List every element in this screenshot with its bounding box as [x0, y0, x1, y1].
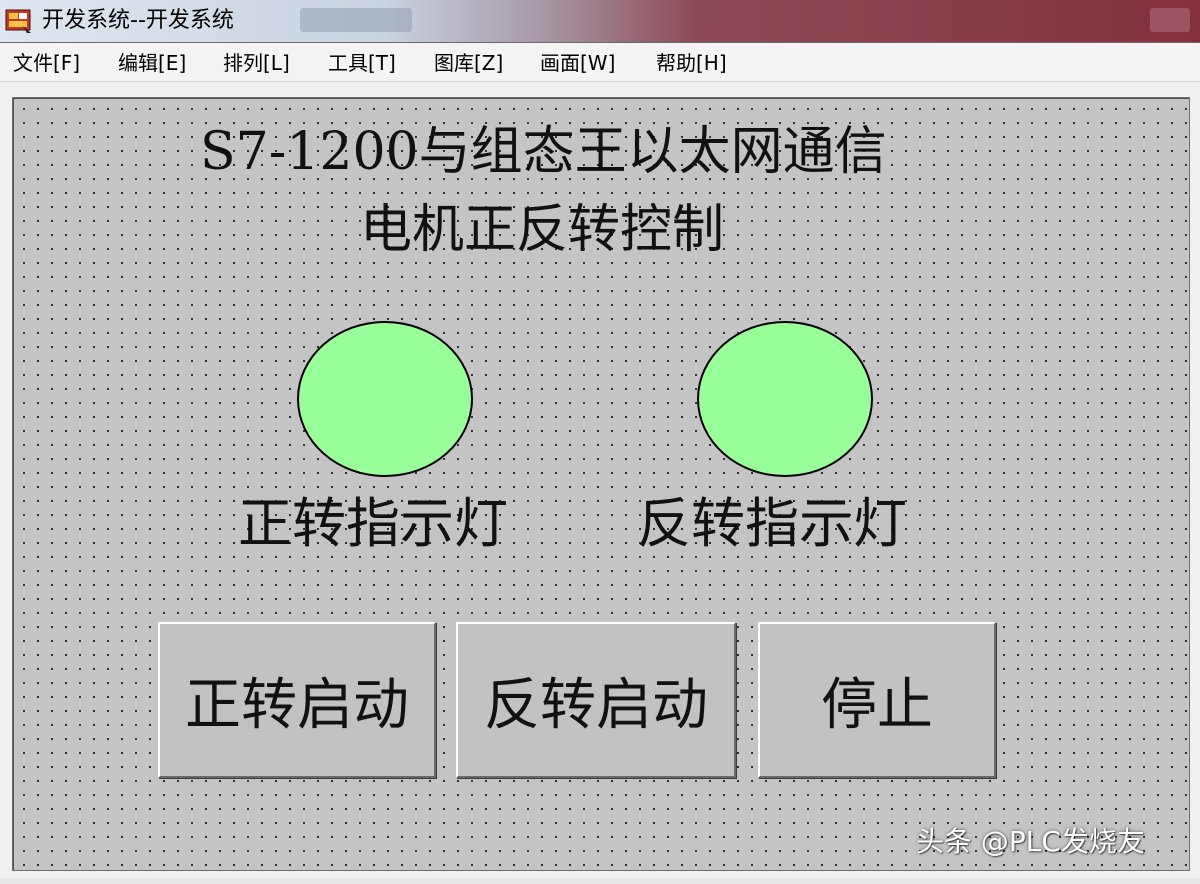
background-window-tab [300, 8, 412, 32]
window-bottom-border [0, 878, 1200, 884]
menu-file[interactable]: 文件[F] [13, 51, 80, 75]
menu-tools[interactable]: 工具[T] [328, 51, 396, 75]
forward-indicator-lamp [297, 321, 473, 477]
reverse-indicator-label: 反转指示灯 [637, 492, 907, 555]
window-controls[interactable] [1150, 8, 1190, 32]
reverse-indicator-lamp [697, 321, 873, 477]
menu-edit[interactable]: 编辑[E] [118, 51, 186, 75]
reverse-start-button[interactable]: 反转启动 [456, 622, 736, 778]
app-logo-icon[interactable] [5, 8, 33, 34]
menu-bar: 文件[F] 编辑[E] 排列[L] 工具[T] 图库[Z] 画面[W] 帮助[H… [0, 43, 1200, 82]
forward-indicator-label: 正转指示灯 [238, 492, 508, 555]
menu-gallery[interactable]: 图库[Z] [434, 51, 503, 75]
title-bar: 开发系统--开发系统 [0, 0, 1200, 43]
forward-start-button[interactable]: 正转启动 [158, 622, 436, 778]
watermark: 头条 @PLC发烧友 [916, 825, 1145, 858]
stop-button[interactable]: 停止 [758, 622, 996, 778]
menu-screen[interactable]: 画面[W] [540, 51, 615, 75]
menu-help[interactable]: 帮助[H] [656, 51, 727, 75]
screen-subtitle: 电机正反转控制 [360, 200, 725, 260]
screen-title: S7-1200与组态王以太网通信 [200, 122, 887, 182]
menu-arrange[interactable]: 排列[L] [223, 51, 290, 75]
window-title: 开发系统--开发系统 [42, 8, 234, 33]
